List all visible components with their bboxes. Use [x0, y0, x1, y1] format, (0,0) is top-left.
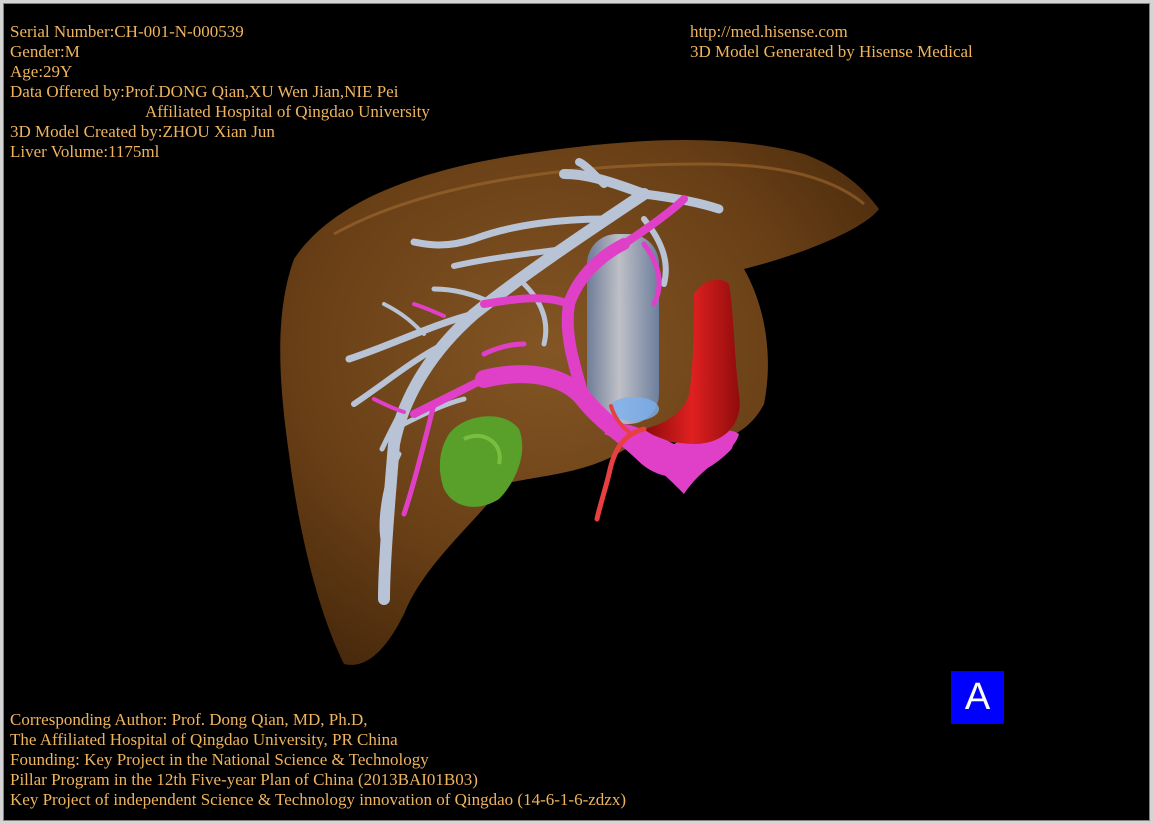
- render-viewport: Serial Number:CH-001-N-000539 Gender:M A…: [3, 3, 1150, 821]
- serial-number: Serial Number:CH-001-N-000539: [10, 22, 244, 41]
- hospital-name: Affiliated Hospital of Qingdao Universit…: [145, 102, 430, 121]
- liver-volume: Liver Volume:1175ml: [10, 142, 160, 161]
- footer-line-1: Corresponding Author: Prof. Dong Qian, M…: [10, 710, 368, 729]
- footer-line-3: Founding: Key Project in the National Sc…: [10, 750, 429, 769]
- panel-label-badge: A: [951, 671, 1004, 724]
- footer-line-4: Pillar Program in the 12th Five-year Pla…: [10, 770, 478, 789]
- model-created-by: 3D Model Created by:ZHOU Xian Jun: [10, 122, 275, 141]
- generator-credit: 3D Model Generated by Hisense Medical: [690, 42, 973, 61]
- footer-line-5: Key Project of independent Science & Tec…: [10, 790, 626, 809]
- website-url: http://med.hisense.com: [690, 22, 848, 41]
- footer-line-2: The Affiliated Hospital of Qingdao Unive…: [10, 730, 398, 749]
- data-offered-by: Data Offered by:Prof.DONG Qian,XU Wen Ji…: [10, 82, 399, 101]
- gender: Gender:M: [10, 42, 80, 61]
- age: Age:29Y: [10, 62, 73, 81]
